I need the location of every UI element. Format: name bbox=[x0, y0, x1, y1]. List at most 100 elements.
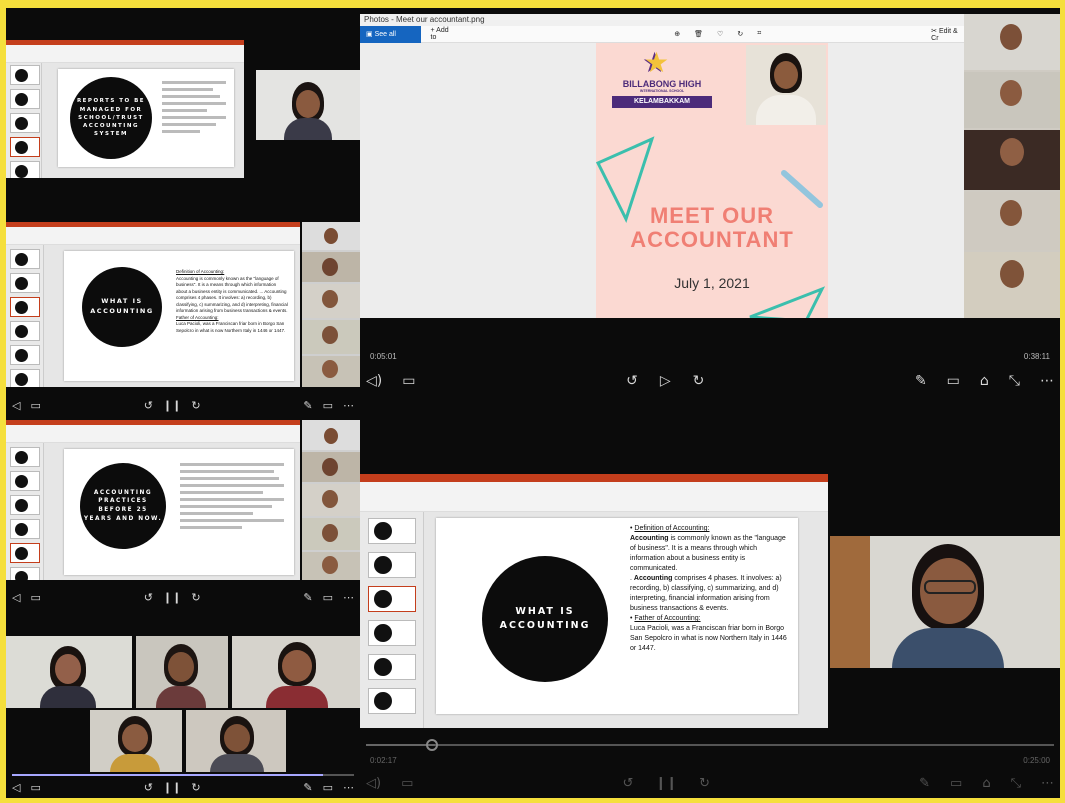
seek-bar-ppt[interactable] bbox=[366, 744, 1054, 746]
edit-create-button[interactable]: ✂ Edit & Cr bbox=[931, 27, 964, 42]
campus-banner: KELAMBAKKAM bbox=[612, 96, 712, 108]
webcam-tile-a bbox=[6, 636, 132, 708]
slide-canvas: REPORTS TO BE MANAGED FOR SCHOOL/TRUST A… bbox=[58, 69, 234, 167]
webcam-tile-d bbox=[90, 710, 182, 772]
forward-icon[interactable]: ↻ bbox=[191, 399, 200, 412]
replay-10-icon[interactable]: ↺ bbox=[626, 373, 638, 389]
cast-icon[interactable]: ▭ bbox=[947, 373, 960, 389]
pause-icon[interactable]: ❙❙ bbox=[163, 781, 181, 794]
volume-icon[interactable]: ◁) bbox=[366, 776, 381, 791]
subtitles-icon[interactable]: ▭ bbox=[30, 399, 40, 412]
zoom-icon[interactable]: ⊕ bbox=[674, 30, 680, 38]
video-panel-1[interactable]: REPORTS TO BE MANAGED FOR SCHOOL/TRUST A… bbox=[6, 8, 360, 220]
subtitles-icon[interactable]: ▭ bbox=[30, 591, 40, 604]
cast-icon[interactable]: ▭ bbox=[323, 781, 333, 794]
replay-icon[interactable]: ↺ bbox=[144, 781, 153, 794]
father-text: Luca Pacioli, was a Franciscan friar bor… bbox=[630, 625, 787, 652]
photos-window-title: Photos - Meet our accountant.png bbox=[360, 14, 964, 26]
poster-headline-2: ACCOUNTANT bbox=[630, 227, 794, 252]
meet-our-accountant-poster: ★ BILLABONG HIGH INTERNATIONAL SCHOOL KE… bbox=[596, 43, 828, 318]
school-subtitle: INTERNATIONAL SCHOOL bbox=[639, 89, 685, 93]
slide-thumbnails[interactable] bbox=[6, 443, 44, 580]
poster-headline-1: MEET OUR bbox=[649, 203, 775, 228]
photos-icon: ▣ bbox=[366, 30, 375, 38]
father-heading: Father of Accounting: bbox=[634, 615, 701, 622]
subtitles-icon[interactable]: ▭ bbox=[402, 373, 415, 389]
pause-icon[interactable]: ❙❙ bbox=[163, 399, 181, 412]
rotate-icon[interactable]: ↻ bbox=[737, 30, 743, 38]
pen-icon[interactable]: ✎ bbox=[915, 373, 927, 389]
more-icon[interactable]: ⋯ bbox=[343, 591, 354, 604]
accountant-photo bbox=[746, 45, 826, 125]
mini-player-icon[interactable]: ⌂ bbox=[980, 373, 989, 389]
cast-icon[interactable]: ▭ bbox=[323, 591, 333, 604]
definition-heading: Definition of Accounting: bbox=[634, 525, 710, 532]
video-panel-4[interactable]: ◁ ▭ ↺ ❙❙ ↻ ✎ ▭ ⋯ bbox=[6, 608, 360, 798]
slide-canvas: ACCOUNTING PRACTICES BEFORE 25 YEARS AND… bbox=[64, 449, 294, 575]
ppt-time-total: 0:25:00 bbox=[1023, 756, 1050, 765]
player-controls-4[interactable]: ◁ ▭ ↺ ❙❙ ↻ ✎ ▭ ⋯ bbox=[6, 776, 360, 798]
slide-thumbnails[interactable] bbox=[6, 63, 42, 178]
slide-canvas: WHAT IS ACCOUNTING • Definition of Accou… bbox=[436, 518, 798, 714]
seek-thumb[interactable] bbox=[426, 739, 438, 751]
ppt-window-1: REPORTS TO BE MANAGED FOR SCHOOL/TRUST A… bbox=[6, 40, 244, 178]
replay-icon[interactable]: ↺ bbox=[622, 776, 633, 791]
video-panel-ppt[interactable]: WHAT IS ACCOUNTING • Definition of Accou… bbox=[360, 398, 1060, 798]
forward-icon[interactable]: ↻ bbox=[191, 781, 200, 794]
volume-icon[interactable]: ◁ bbox=[12, 399, 20, 412]
volume-icon[interactable]: ◁ bbox=[12, 781, 20, 794]
webcam-tile-e bbox=[186, 710, 286, 772]
video-panel-photos[interactable]: Photos - Meet our accountant.png ▣ See a… bbox=[360, 8, 1060, 398]
shrink-icon[interactable]: ⤡ bbox=[1009, 373, 1020, 389]
player-controls-1[interactable] bbox=[6, 198, 360, 220]
player-controls-photos[interactable]: ◁) ▭ ↺ ▷ ↻ ✎ ▭ ⌂ ⤡ ⋯ bbox=[360, 364, 1060, 398]
see-all-photos-button[interactable]: ▣ See all photos bbox=[360, 25, 421, 55]
slide-canvas: WHAT IS ACCOUNTING Definition of Account… bbox=[64, 251, 294, 381]
pen-icon[interactable]: ✎ bbox=[303, 591, 312, 604]
pause-icon[interactable]: ❙❙ bbox=[163, 591, 181, 604]
video-panel-3[interactable]: ACCOUNTING PRACTICES BEFORE 25 YEARS AND… bbox=[6, 416, 360, 608]
subtitles-icon[interactable]: ▭ bbox=[401, 776, 413, 791]
presenter-webcam bbox=[830, 536, 1060, 668]
forward-icon[interactable]: ↻ bbox=[699, 776, 710, 791]
more-icon[interactable]: ⋯ bbox=[1040, 373, 1054, 389]
shrink-icon[interactable]: ⤡ bbox=[1011, 776, 1021, 791]
webcam-tile-b bbox=[136, 636, 228, 708]
player-controls-3[interactable]: ◁ ▭ ↺ ❙❙ ↻ ✎ ▭ ⋯ bbox=[6, 586, 360, 608]
volume-icon[interactable]: ◁ bbox=[12, 591, 20, 604]
crop-icon[interactable]: ⌗ bbox=[757, 30, 761, 38]
video-panel-2[interactable]: WHAT IS ACCOUNTING Definition of Account… bbox=[6, 220, 360, 416]
more-icon[interactable]: ⋯ bbox=[343, 781, 354, 794]
pen-icon[interactable]: ✎ bbox=[919, 776, 930, 791]
more-icon[interactable]: ⋯ bbox=[1041, 776, 1054, 791]
replay-icon[interactable]: ↺ bbox=[144, 399, 153, 412]
player-controls-ppt[interactable]: ◁) ▭ ↺ ❙❙ ↻ ✎ ▭ ⌂ ⤡ ⋯ bbox=[360, 768, 1060, 798]
delete-icon[interactable]: 🗑 bbox=[694, 30, 703, 38]
slide-title-circle: WHAT IS ACCOUNTING bbox=[82, 267, 162, 347]
father-text: Luca Pacioli, was a Franciscan friar bor… bbox=[176, 321, 286, 333]
more-icon[interactable]: ⋯ bbox=[343, 399, 354, 412]
webcam-tile-1 bbox=[256, 70, 360, 140]
player-controls-2[interactable]: ◁ ▭ ↺ ❙❙ ↻ ✎ ▭ ⋯ bbox=[6, 394, 360, 416]
slide-thumbnails[interactable] bbox=[6, 245, 44, 387]
mini-player-icon[interactable]: ⌂ bbox=[982, 776, 990, 791]
favorite-icon[interactable]: ♡ bbox=[717, 30, 723, 38]
webcam-tile-c bbox=[232, 636, 360, 708]
slide-title-circle: REPORTS TO BE MANAGED FOR SCHOOL/TRUST A… bbox=[70, 77, 152, 159]
slide-thumbnails[interactable] bbox=[360, 512, 424, 728]
school-logo-star: ★ bbox=[644, 47, 670, 78]
forward-30-icon[interactable]: ↻ bbox=[693, 373, 705, 389]
pen-icon[interactable]: ✎ bbox=[303, 399, 312, 412]
forward-icon[interactable]: ↻ bbox=[191, 591, 200, 604]
replay-icon[interactable]: ↺ bbox=[144, 591, 153, 604]
add-to-button[interactable]: + Add to bbox=[431, 27, 455, 41]
ppt-window-2: WHAT IS ACCOUNTING Definition of Account… bbox=[6, 222, 300, 387]
play-icon[interactable]: ▷ bbox=[660, 373, 671, 389]
cast-icon[interactable]: ▭ bbox=[950, 776, 962, 791]
cast-icon[interactable]: ▭ bbox=[323, 399, 333, 412]
photos-toolbar: ▣ See all photos + Add to ⊕ 🗑 ♡ ↻ ⌗ ✂ Ed… bbox=[360, 25, 964, 55]
subtitles-icon[interactable]: ▭ bbox=[30, 781, 40, 794]
volume-icon[interactable]: ◁) bbox=[366, 373, 382, 389]
pause-icon[interactable]: ❙❙ bbox=[655, 776, 677, 791]
pen-icon[interactable]: ✎ bbox=[303, 781, 312, 794]
